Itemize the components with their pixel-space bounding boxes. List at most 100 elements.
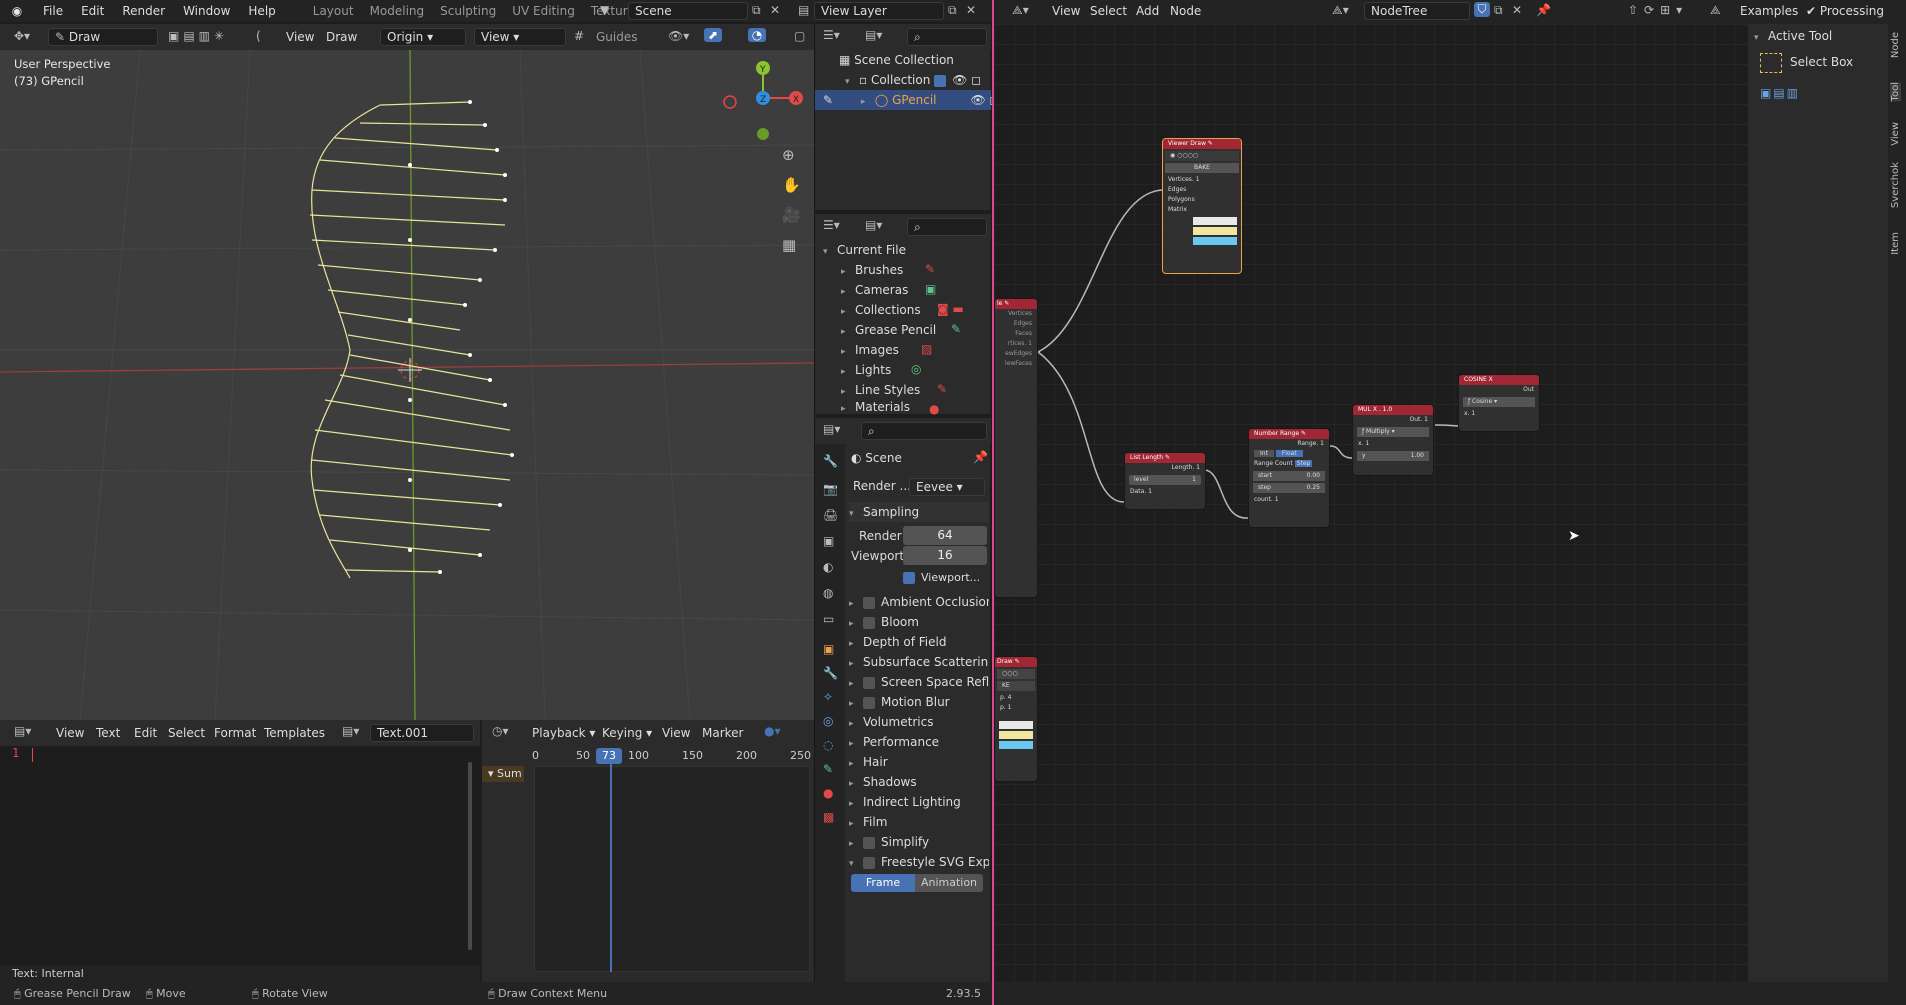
scene-icon[interactable]: ▼ [600,3,609,17]
text-menu-format[interactable]: Format [208,722,262,744]
outliner-type-icon[interactable]: ☰▾ [823,28,840,42]
text-editor-area[interactable]: 1 [0,746,480,970]
render-tab-icon[interactable]: 📷 [823,482,838,496]
duplicate-tree-icon[interactable]: ⧉ [1494,3,1503,18]
viewport-draw-menu[interactable]: Draw [320,26,363,48]
tab-sculpting[interactable]: Sculpting [432,0,504,22]
node-editor-type-icon[interactable]: ⟁▾ [1012,3,1029,18]
section-film[interactable]: ▸ Film [849,812,887,832]
section-ambient-occlusion[interactable]: ▸ Ambient Occlusion [849,592,989,612]
timeline-menu-keying[interactable]: Keying ▾ [596,722,658,744]
guides-label[interactable]: Guides [596,30,638,44]
node-tree-type-icon[interactable]: ⟁▾ [1332,3,1349,18]
section-volumetrics[interactable]: ▸ Volumetrics [849,712,933,732]
render-engine-select[interactable]: Eevee ▾ [909,478,985,496]
view-selector[interactable]: View ▾ [474,28,566,46]
sidebar-tab-sverchok[interactable]: Sverchok [1890,162,1901,208]
node-menu-add[interactable]: Add [1130,0,1165,22]
editor-type-icon[interactable]: ✥▾ [14,29,30,43]
collection-tab-icon[interactable]: ▭ [823,612,834,626]
timeline-menu-marker[interactable]: Marker [696,722,749,744]
gizmo-icon[interactable]: ⬈ [704,28,722,42]
blendfile-collections[interactable]: ▸ Collections [841,300,921,320]
viewport-samples-field[interactable]: 16 [903,546,987,565]
new-view-layer-icon[interactable]: ⧉ [948,3,957,18]
section-freestyle-svg-export[interactable]: ▾ Freestyle SVG Expo [849,852,989,872]
curve-icon[interactable]: ( [256,29,261,43]
blendfile-brushes[interactable]: ▸ Brushes [841,260,903,280]
blendfile-line-styles[interactable]: ▸ Line Styles [841,380,920,400]
active-tool-header[interactable]: ▾ Active Tool [1754,26,1832,46]
delete-scene-icon[interactable]: ✕ [770,3,780,17]
tab-layout[interactable]: Layout [305,0,362,22]
text-menu-select[interactable]: Select [162,722,211,744]
node-cosine-x[interactable]: COSINE X Out ƒ Cosine ▾ x. 1 [1458,374,1540,432]
effects-tab-icon[interactable]: ✧ [823,690,833,704]
scene-selector[interactable]: Scene [628,2,748,20]
timeline-type-icon[interactable]: ◷▾ [492,724,509,738]
menu-edit[interactable]: Edit [72,0,113,22]
section-performance[interactable]: ▸ Performance [849,732,939,752]
outliner-collection[interactable]: ▾ ▫ Collection 👁 ◻ [845,70,981,90]
render-samples-field[interactable]: 64 [903,526,987,545]
text-menu-view[interactable]: View [50,722,90,744]
xray-icon[interactable]: ▢ [794,29,805,43]
camera-icon[interactable]: 🎥 [782,206,801,224]
timeline-menu-playback[interactable]: Playback ▾ [526,722,601,744]
blendfile-grease-pencil[interactable]: ▸ Grease Pencil [841,320,936,340]
overlay-icon[interactable]: ◔ [748,28,766,42]
examples-menu[interactable]: Examples [1734,0,1804,22]
select-box-tool[interactable]: Select Box [1760,52,1853,73]
node-menu-node[interactable]: Node [1164,0,1207,22]
outliner-gpencil[interactable]: ✎ ▸ ◯ GPencil 👁 ◻ [815,90,1000,110]
blendfile-materials[interactable]: ▸ Materials [841,400,910,414]
section-shadows[interactable]: ▸ Shadows [849,772,917,792]
node-menu-select[interactable]: Select [1084,0,1133,22]
section-subsurface-scattering[interactable]: ▸ Subsurface Scattering [849,652,989,672]
pin-tree-icon[interactable]: 📌 [1536,3,1551,17]
timeline-ruler[interactable]: 0 50 100 150 200 250 [532,746,814,766]
text-menu-templates[interactable]: Templates [258,722,331,744]
timeline-summary-row[interactable]: ▾ Sum [482,766,524,782]
blendfile-mode-icon[interactable]: ▤▾ [865,218,882,232]
view-layer-selector[interactable]: View Layer [814,2,944,20]
current-file-row[interactable]: ▾ Current File [823,240,906,260]
blendfile-images[interactable]: ▸ Images [841,340,899,360]
material-tab-icon[interactable]: ● [823,786,833,800]
processing-toggle[interactable]: ✔ Processing [1800,0,1890,22]
section-bloom[interactable]: ▸ Bloom [849,612,919,632]
tab-uv-editing[interactable]: UV Editing [504,0,583,22]
timeline-area[interactable]: 0 50 100 150 200 250 ▾ Sum 73 [482,746,814,982]
selection-mode-icons[interactable]: ▣▤▥ [1760,86,1800,100]
tool-tab-icon[interactable]: 🔧 [823,454,838,468]
text-editor-type-icon[interactable]: ▤▾ [14,724,31,738]
text-menu-text[interactable]: Text [90,722,126,744]
perspective-grid-icon[interactable]: ▦ [782,236,796,254]
zoom-icon[interactable]: ⊕ [782,146,795,164]
tab-modeling[interactable]: Modeling [362,0,433,22]
outliner-search[interactable]: ⌕ [907,28,987,46]
viewport-view-menu[interactable]: View [280,26,320,48]
section-motion-blur[interactable]: ▸ Motion Blur [849,692,950,712]
origin-selector[interactable]: Origin ▾ [380,28,466,46]
text-datablock-field[interactable]: Text.001 [370,724,474,742]
text-scrollbar[interactable] [468,762,472,950]
delete-view-layer-icon[interactable]: ✕ [966,3,976,17]
node-viewer-draw[interactable]: Viewer Draw ✎ ◉ ○○○○ BAKE Vertices. 1 Edg… [1162,138,1242,274]
record-icon[interactable]: ●▾ [764,724,781,738]
section-indirect-lighting[interactable]: ▸ Indirect Lighting [849,792,961,812]
unlink-tree-icon[interactable]: ✕ [1512,3,1522,17]
current-frame-badge[interactable]: 73 [596,748,622,764]
node-menu-view[interactable]: View [1046,0,1086,22]
section-simplify[interactable]: ▸ Simplify [849,832,929,852]
node-list-length[interactable]: List Length ✎ Length. 1 level 1 Data. 1 [1124,452,1206,510]
animation-button[interactable]: Animation [915,874,983,892]
node-canvas[interactable]: le ✎ Vertices Edges Faces rtices. 1 ewEdges l… [994,24,1764,982]
pin-icon[interactable]: 📌 [973,450,988,464]
object-tab-icon[interactable]: ▣ [823,642,834,656]
grid-icon[interactable]: # [574,29,584,43]
area-divider[interactable] [992,0,994,1005]
blendfile-cameras[interactable]: ▸ Cameras [841,280,908,300]
node-tree-selector[interactable]: NodeTree [1364,2,1470,20]
fake-user-shield-icon[interactable]: ⛉ [1474,2,1490,17]
